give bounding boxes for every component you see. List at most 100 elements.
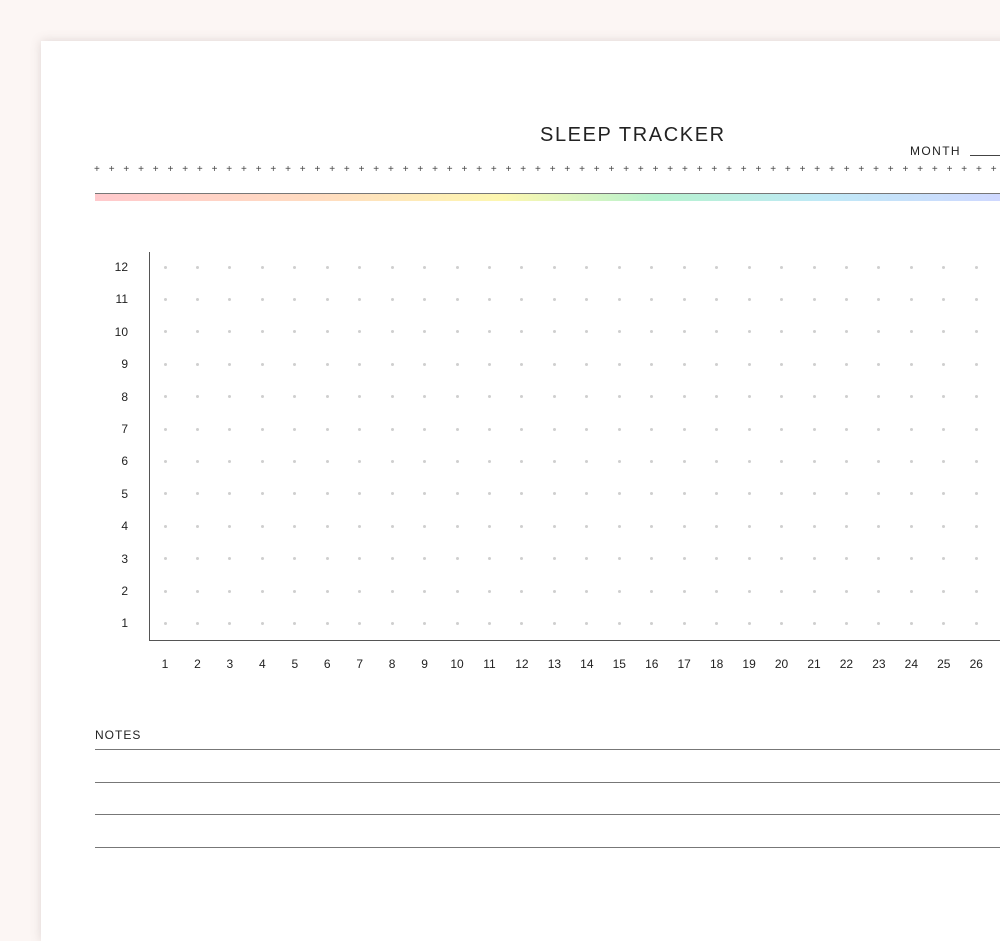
grid-dot[interactable] <box>844 524 848 528</box>
grid-dot[interactable] <box>325 459 329 463</box>
grid-dot[interactable] <box>650 427 654 431</box>
grid-dot[interactable] <box>552 459 556 463</box>
grid-dot[interactable] <box>260 427 264 431</box>
grid-dot[interactable] <box>163 265 167 269</box>
grid-dot[interactable] <box>812 589 816 593</box>
month-field-line[interactable] <box>970 155 1000 156</box>
grid-dot[interactable] <box>909 557 913 561</box>
grid-dot[interactable] <box>325 395 329 399</box>
grid-dot[interactable] <box>974 524 978 528</box>
grid-dot[interactable] <box>488 362 491 366</box>
grid-dot[interactable] <box>195 589 199 593</box>
grid-dot[interactable] <box>325 557 329 561</box>
grid-dot[interactable] <box>325 265 329 269</box>
grid-dot[interactable] <box>974 265 978 269</box>
grid-dot[interactable] <box>747 459 751 463</box>
grid-dot[interactable] <box>423 621 427 625</box>
grid-dot[interactable] <box>195 297 199 301</box>
grid-dot[interactable] <box>390 427 394 431</box>
grid-dot[interactable] <box>325 621 329 625</box>
grid-dot[interactable] <box>909 524 913 528</box>
grid-dot[interactable] <box>682 589 686 593</box>
grid-dot[interactable] <box>455 492 459 496</box>
grid-dot[interactable] <box>909 427 913 431</box>
grid-dot[interactable] <box>909 459 913 463</box>
grid-dot[interactable] <box>974 459 978 463</box>
grid-dot[interactable] <box>358 524 362 528</box>
grid-dot[interactable] <box>780 297 784 301</box>
grid-dot[interactable] <box>195 459 199 463</box>
grid-dot[interactable] <box>423 459 427 463</box>
grid-dot[interactable] <box>423 589 427 593</box>
grid-dot[interactable] <box>844 362 848 366</box>
grid-dot[interactable] <box>617 265 621 269</box>
grid-dot[interactable] <box>163 492 167 496</box>
grid-dot[interactable] <box>195 427 199 431</box>
grid-dot[interactable] <box>974 297 978 301</box>
grid-dot[interactable] <box>390 524 394 528</box>
grid-dot[interactable] <box>488 265 491 269</box>
grid-dot[interactable] <box>163 524 167 528</box>
grid-dot[interactable] <box>942 427 946 431</box>
grid-dot[interactable] <box>552 265 556 269</box>
grid-dot[interactable] <box>715 524 719 528</box>
grid-dot[interactable] <box>195 621 199 625</box>
grid-dot[interactable] <box>974 395 978 399</box>
grid-dot[interactable] <box>163 427 167 431</box>
grid-dot[interactable] <box>455 395 459 399</box>
grid-dot[interactable] <box>974 362 978 366</box>
grid-dot[interactable] <box>715 427 719 431</box>
grid-dot[interactable] <box>390 557 394 561</box>
grid-dot[interactable] <box>195 362 199 366</box>
note-line[interactable] <box>95 749 1000 750</box>
grid-dot[interactable] <box>455 330 459 334</box>
grid-dot[interactable] <box>812 265 816 269</box>
grid-dot[interactable] <box>747 297 751 301</box>
grid-dot[interactable] <box>844 459 848 463</box>
grid-dot[interactable] <box>195 524 199 528</box>
grid-dot[interactable] <box>390 362 394 366</box>
grid-dot[interactable] <box>390 297 394 301</box>
grid-dot[interactable] <box>260 362 264 366</box>
grid-dot[interactable] <box>974 427 978 431</box>
grid-dot[interactable] <box>747 427 751 431</box>
grid-dot[interactable] <box>780 427 784 431</box>
grid-dot[interactable] <box>293 589 297 593</box>
grid-dot[interactable] <box>455 557 459 561</box>
grid-dot[interactable] <box>163 459 167 463</box>
grid-dot[interactable] <box>909 589 913 593</box>
grid-dot[interactable] <box>488 621 491 625</box>
grid-dot[interactable] <box>163 621 167 625</box>
grid-dot[interactable] <box>552 297 556 301</box>
grid-dot[interactable] <box>812 297 816 301</box>
grid-dot[interactable] <box>552 427 556 431</box>
grid-dot[interactable] <box>942 589 946 593</box>
grid-dot[interactable] <box>780 589 784 593</box>
grid-dot[interactable] <box>358 589 362 593</box>
grid-dot[interactable] <box>455 297 459 301</box>
grid-dot[interactable] <box>812 395 816 399</box>
grid-dot[interactable] <box>780 362 784 366</box>
grid-dot[interactable] <box>844 427 848 431</box>
grid-dot[interactable] <box>780 265 784 269</box>
grid-dot[interactable] <box>617 589 621 593</box>
grid-dot[interactable] <box>682 395 686 399</box>
grid-dot[interactable] <box>974 557 978 561</box>
grid-dot[interactable] <box>747 621 751 625</box>
grid-dot[interactable] <box>617 297 621 301</box>
grid-dot[interactable] <box>325 427 329 431</box>
grid-dot[interactable] <box>455 265 459 269</box>
grid-dot[interactable] <box>812 330 816 334</box>
grid-dot[interactable] <box>617 427 621 431</box>
grid-dot[interactable] <box>455 427 459 431</box>
grid-dot[interactable] <box>325 589 329 593</box>
grid-dot[interactable] <box>260 557 264 561</box>
grid-dot[interactable] <box>455 524 459 528</box>
grid-dot[interactable] <box>909 362 913 366</box>
grid-dot[interactable] <box>650 524 654 528</box>
grid-dot[interactable] <box>260 589 264 593</box>
grid-dot[interactable] <box>260 395 264 399</box>
grid-dot[interactable] <box>163 330 167 334</box>
grid-dot[interactable] <box>260 459 264 463</box>
grid-dot[interactable] <box>974 621 978 625</box>
